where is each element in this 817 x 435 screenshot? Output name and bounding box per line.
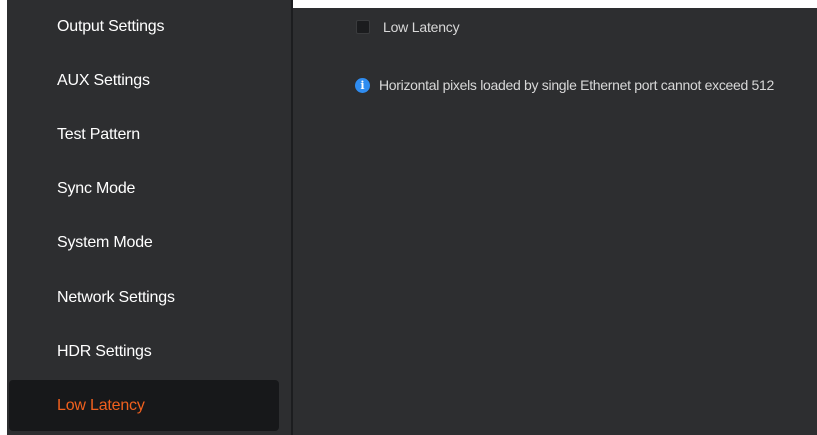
sidebar-item-label: Network Settings	[57, 288, 175, 306]
sidebar-item-sync-mode[interactable]: Sync Mode	[9, 163, 279, 214]
sidebar-item-label: HDR Settings	[57, 342, 152, 360]
info-message-text: Horizontal pixels loaded by single Ether…	[379, 77, 775, 93]
main-panel: Low Latency i Horizontal pixels loaded b…	[293, 0, 817, 435]
sidebar-item-hdr-settings[interactable]: HDR Settings	[9, 326, 279, 377]
sidebar-item-system-mode[interactable]: System Mode	[9, 217, 279, 268]
sidebar-item-label: AUX Settings	[57, 71, 150, 89]
low-latency-checkbox-row[interactable]: Low Latency	[356, 19, 460, 35]
sidebar-item-label: Test Pattern	[57, 125, 140, 143]
app-window: Output Settings AUX Settings Test Patter…	[0, 0, 817, 435]
sidebar-item-test-pattern[interactable]: Test Pattern	[9, 109, 279, 160]
sidebar-item-label: Low Latency	[57, 396, 145, 414]
settings-sidebar: Output Settings AUX Settings Test Patter…	[0, 0, 291, 435]
info-message: i Horizontal pixels loaded by single Eth…	[355, 77, 774, 93]
sidebar-item-label: Sync Mode	[57, 179, 136, 197]
sidebar-item-low-latency[interactable]: Low Latency	[9, 380, 279, 431]
sidebar-item-label: System Mode	[57, 233, 153, 251]
sidebar-item-label: Output Settings	[57, 17, 165, 35]
sidebar-item-network-settings[interactable]: Network Settings	[9, 272, 279, 323]
top-edge	[293, 0, 817, 8]
info-icon: i	[355, 77, 370, 93]
sidebar-item-aux-settings[interactable]: AUX Settings	[9, 55, 279, 106]
sidebar-item-output-settings[interactable]: Output Settings	[9, 1, 279, 52]
low-latency-checkbox[interactable]	[356, 20, 370, 34]
low-latency-checkbox-label[interactable]: Low Latency	[383, 19, 460, 35]
